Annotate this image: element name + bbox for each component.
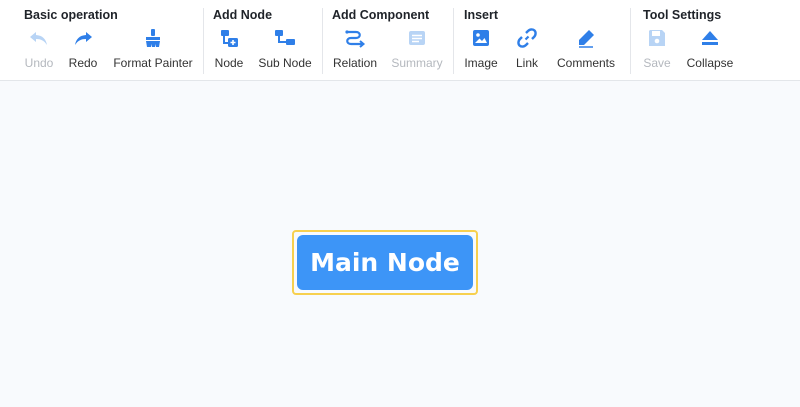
group-title-basic-operation: Basic operation: [24, 8, 118, 22]
main-node[interactable]: Main Node: [297, 235, 473, 290]
image-button[interactable]: Image: [462, 26, 500, 76]
save-button[interactable]: Save: [638, 26, 676, 76]
link-label: Link: [515, 56, 538, 70]
summary-icon: [406, 26, 428, 50]
collapse-button[interactable]: Collapse: [684, 26, 736, 76]
group-title-add-component: Add Component: [332, 8, 430, 22]
redo-icon: [72, 26, 94, 50]
comments-button[interactable]: Comments: [554, 26, 618, 76]
image-label: Image: [464, 56, 498, 70]
add-node-button[interactable]: Node: [210, 26, 248, 76]
collapse-label: Collapse: [686, 56, 734, 70]
summary-label: Summary: [391, 56, 443, 70]
collapse-icon: [699, 26, 721, 50]
sub-node-icon: [274, 26, 296, 50]
format-painter-label: Format Painter: [113, 56, 193, 70]
format-painter-button[interactable]: Format Painter: [108, 26, 198, 76]
group-title-add-node: Add Node: [213, 8, 273, 22]
relation-button[interactable]: Relation: [330, 26, 380, 76]
sub-node-label: Sub Node: [258, 56, 312, 70]
group-separator: [630, 8, 631, 74]
redo-button[interactable]: Redo: [64, 26, 102, 76]
relation-icon: [344, 26, 366, 50]
add-node-icon: [218, 26, 240, 50]
group-title-tool-settings: Tool Settings: [643, 8, 722, 22]
save-icon: [646, 26, 668, 50]
link-button[interactable]: Link: [508, 26, 546, 76]
comments-label: Comments: [556, 56, 615, 70]
mindmap-canvas[interactable]: Main Node: [0, 81, 800, 407]
group-separator: [322, 8, 323, 74]
summary-button[interactable]: Summary: [388, 26, 446, 76]
save-label: Save: [643, 56, 671, 70]
undo-label: Undo: [24, 56, 54, 70]
toolbar: Basic operation Undo Redo Format Painter…: [0, 0, 800, 81]
node-label: Node: [214, 56, 244, 70]
format-painter-icon: [142, 26, 164, 50]
group-title-insert: Insert: [464, 8, 499, 22]
group-separator: [453, 8, 454, 74]
image-icon: [470, 26, 492, 50]
undo-icon: [28, 26, 50, 50]
redo-label: Redo: [68, 56, 98, 70]
group-separator: [203, 8, 204, 74]
comments-icon: [575, 26, 597, 50]
undo-button[interactable]: Undo: [20, 26, 58, 76]
relation-label: Relation: [332, 56, 378, 70]
link-icon: [516, 26, 538, 50]
sub-node-button[interactable]: Sub Node: [254, 26, 316, 76]
